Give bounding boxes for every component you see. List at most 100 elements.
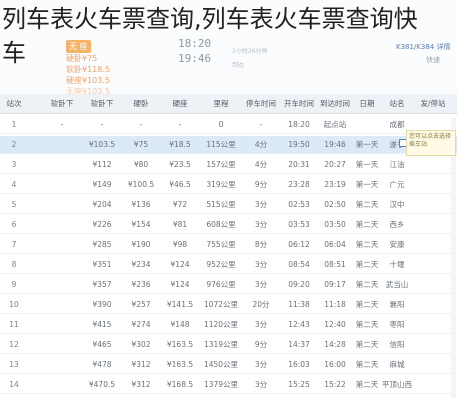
col-hard-seat-cell: ¥98 xyxy=(172,240,188,249)
col-depart-cell: 23:28 xyxy=(288,180,310,189)
col-soft-sleeper-cell: ¥285 xyxy=(92,240,112,249)
header-col-day: 日期 xyxy=(359,99,375,108)
col-depart-cell: 03:53 xyxy=(288,220,310,229)
col-distance-cell: 0 xyxy=(218,120,224,129)
col-soft-sleeper-cell: ¥357 xyxy=(92,280,112,289)
table-row[interactable]: 武当山 第二天 09:17 09:20 3分 976公里 ¥124 ¥236 ¥357 9 xyxy=(0,276,457,294)
col-stop-type-cell xyxy=(412,216,454,234)
col-depart-cell: 08:54 xyxy=(288,260,310,269)
table-row[interactable]: 麻城 第二天 16:00 16:03 3分 1450公里 ¥163.5 ¥312 ¥478 13 xyxy=(0,356,457,374)
col-day-cell: 第二天 xyxy=(355,240,379,249)
col-index-cell: 14 xyxy=(9,380,19,389)
col-soft-sleeper-cell: ¥478 xyxy=(92,360,112,369)
col-day-cell: 第二天 xyxy=(355,300,379,309)
col-hard-seat-cell: ¥163.5 xyxy=(166,360,194,369)
col-day-cell: 第一天 xyxy=(355,180,379,189)
table-row[interactable]: 汉中 第二天 02:50 02:53 3分 515公里 ¥72 ¥136 ¥204 5 xyxy=(0,196,457,214)
header-col-soft-sleeper-2: 软卧下 xyxy=(50,99,74,108)
col-soft-sleeper-cell: ¥351 xyxy=(92,260,112,269)
col-day-cell xyxy=(352,116,382,134)
train-summary-header: 无 座 硬卧¥75 软卧¥118.5 硬座¥103.5 无座¥103.5 18:… xyxy=(0,0,457,96)
col-index-cell: 1 xyxy=(11,120,17,129)
col-day-cell: 第一天 xyxy=(355,140,379,149)
col-stop-duration-cell: 4分 xyxy=(254,160,268,169)
train-type-label: 快速 xyxy=(426,56,440,64)
header-col-soft-sleeper: 软卧下 xyxy=(90,99,114,108)
col-station-cell: 枣阳 xyxy=(389,320,405,329)
col-hard-seat-cell: ¥46.5 xyxy=(169,180,191,189)
col-index-cell: 3 xyxy=(11,160,17,169)
col-arrive-cell: 14:28 xyxy=(324,340,346,349)
col-soft-sleeper-2-cell xyxy=(42,336,82,354)
seat-type-badge[interactable]: 无 座 xyxy=(66,40,91,53)
col-index-cell: 2 xyxy=(11,140,17,149)
col-depart-cell: 15:25 xyxy=(288,380,310,389)
train-times: 18:20 19:46 xyxy=(178,36,211,66)
col-stop-type-cell xyxy=(412,296,454,314)
header-col-index: 站次 xyxy=(6,99,22,108)
col-depart-cell: 09:20 xyxy=(288,280,310,289)
col-depart-cell: 11:38 xyxy=(288,300,310,309)
col-depart-cell: 06:12 xyxy=(288,240,310,249)
col-hard-sleeper-cell: ¥312 xyxy=(131,380,151,389)
table-row[interactable]: 西乡 第二天 03:50 03:53 3分 608公里 ¥81 ¥154 ¥226 6 xyxy=(0,216,457,234)
col-hard-seat-cell: ¥18.5 xyxy=(169,140,191,149)
col-arrive-cell: 20:27 xyxy=(324,160,346,169)
table-row[interactable]: 安康 第二天 06:04 06:12 8分 755公里 ¥98 ¥190 ¥285 7 xyxy=(0,236,457,254)
table-row[interactable]: 广元 第一天 23:19 23:28 9分 319公里 ¥46.5 ¥100.5 ¥149 4 xyxy=(0,176,457,194)
col-hard-seat-cell: ¥23.5 xyxy=(169,160,191,169)
col-stop-duration-cell: 3分 xyxy=(254,280,268,289)
col-soft-sleeper-cell: ¥465 xyxy=(92,340,112,349)
col-hard-sleeper-cell: ¥257 xyxy=(131,300,151,309)
col-station-cell: 平顶山西 xyxy=(382,380,412,389)
col-distance-cell: 157公里 xyxy=(206,160,236,169)
col-hard-seat-cell: ¥168.5 xyxy=(166,380,194,389)
col-stop-type-cell xyxy=(412,336,454,354)
header-col-hard-seat: 硬座 xyxy=(172,99,188,108)
col-station-cell: 江油 xyxy=(389,160,405,169)
col-soft-sleeper-2-cell xyxy=(42,256,82,274)
col-stop-duration-cell: 20分 xyxy=(252,300,270,309)
col-distance-cell: 952公里 xyxy=(206,260,236,269)
col-hard-sleeper-cell: - xyxy=(139,120,143,129)
table-row[interactable]: 信阳 第二天 14:28 14:37 9分 1319公里 ¥163.5 ¥302 ¥465 12 xyxy=(0,336,457,354)
arrive-time: 19:46 xyxy=(178,52,212,65)
col-index-cell: 9 xyxy=(11,280,17,289)
table-row[interactable]: 江油 第一天 20:27 20:31 4分 157公里 ¥23.5 ¥80 ¥112 3 xyxy=(0,156,457,174)
col-soft-sleeper-2-cell xyxy=(42,176,82,194)
table-row[interactable]: 遂宁 第一天 19:46 19:50 4分 115公里 ¥18.5 ¥75 ¥103.5 2 xyxy=(0,136,457,154)
table-row[interactable]: 平顶山西 第二天 15:22 15:25 3分 1379公里 ¥168.5 ¥312 ¥470.… xyxy=(0,376,457,394)
col-arrive-cell: 15:22 xyxy=(324,380,346,389)
col-depart-cell: 18:20 xyxy=(288,120,310,129)
col-station-cell: 麻城 xyxy=(389,360,405,369)
col-index-cell: 7 xyxy=(11,240,17,249)
table-row[interactable]: 枣阳 第二天 12:40 12:43 3分 1120公里 ¥148 ¥274 ¥415 11 xyxy=(0,316,457,334)
col-hard-sleeper-cell: ¥100.5 xyxy=(127,180,155,189)
col-station-cell: 十堰 xyxy=(389,260,405,269)
col-soft-sleeper-2-cell xyxy=(42,276,82,294)
table-row[interactable]: 襄阳 第二天 11:18 11:38 20分 1072公里 ¥141.5 ¥257 ¥390 10 xyxy=(0,296,457,314)
col-arrive-cell: 06:04 xyxy=(324,240,346,249)
col-distance-cell: 755公里 xyxy=(206,240,236,249)
col-station-cell: 西乡 xyxy=(389,220,405,229)
col-arrive-cell: 19:46 xyxy=(324,140,346,149)
col-stop-duration-cell: 3分 xyxy=(254,260,268,269)
col-stop-duration-cell: 8分 xyxy=(254,240,268,249)
header-col-depart: 开车时间 xyxy=(284,99,314,108)
col-index-cell: 8 xyxy=(11,260,17,269)
col-depart-cell: 02:53 xyxy=(288,200,310,209)
col-distance-cell: 608公里 xyxy=(206,220,236,229)
col-soft-sleeper-2-cell xyxy=(42,376,82,394)
table-row[interactable]: 成都 起点站 18:20-0- - - -1 xyxy=(0,116,457,134)
table-row[interactable]: 十堰 第二天 08:51 08:54 3分 952公里 ¥124 ¥234 ¥351 8 xyxy=(0,256,457,274)
col-hard-sleeper-cell: ¥190 xyxy=(131,240,151,249)
col-stop-type-cell xyxy=(412,256,454,274)
col-stop-duration-cell: 3分 xyxy=(254,220,268,229)
price-hard-seat: 硬座¥103.5 xyxy=(66,76,110,85)
col-distance-cell: 515公里 xyxy=(206,200,236,209)
col-day-cell: 第一天 xyxy=(355,160,379,169)
col-hard-sleeper-cell: ¥302 xyxy=(131,340,151,349)
train-number-link[interactable]: K381/K384 详情 xyxy=(396,42,451,52)
scrollbar[interactable] xyxy=(451,118,456,398)
col-stop-duration-cell: 4分 xyxy=(254,140,268,149)
